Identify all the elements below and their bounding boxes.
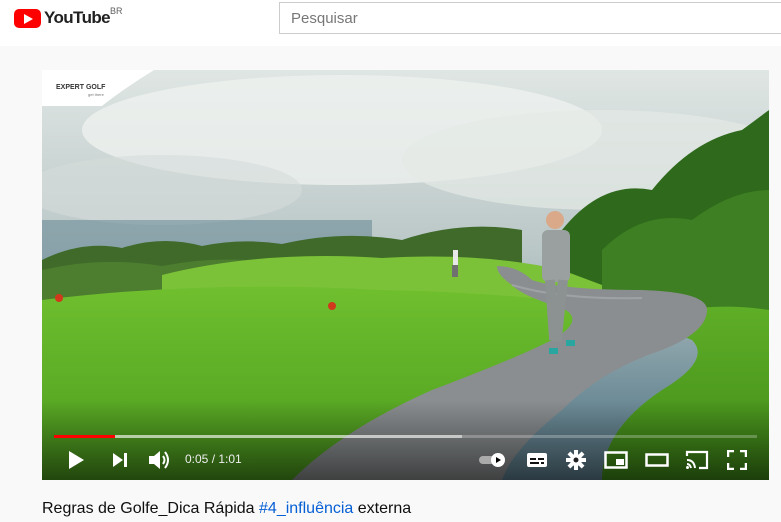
player-controls: 0:05 / 1:01 — [42, 430, 769, 480]
subtitles-button[interactable] — [524, 448, 550, 472]
top-bar: YouTube BR — [0, 0, 781, 46]
fullscreen-button[interactable] — [726, 448, 748, 472]
channel-watermark: EXPERT GOLF — [56, 84, 106, 91]
miniplayer-button[interactable] — [603, 448, 629, 472]
theater-mode-icon — [645, 453, 669, 467]
cast-button[interactable] — [684, 448, 710, 472]
volume-button[interactable] — [146, 448, 172, 472]
country-code: BR — [110, 6, 123, 16]
title-prefix: Regras de Golfe_Dica Rápida — [42, 500, 260, 517]
title-suffix: externa — [353, 500, 412, 517]
video-frame: EXPERT GOLF get there — [42, 70, 769, 480]
progress-bar[interactable] — [54, 435, 757, 438]
youtube-logo[interactable]: YouTube BR — [14, 6, 123, 28]
logo-text: YouTube — [44, 8, 111, 27]
play-icon — [69, 451, 84, 469]
autoplay-toggle[interactable] — [478, 448, 508, 472]
progress-played — [54, 435, 116, 438]
fullscreen-icon — [727, 450, 747, 470]
theater-mode-button[interactable] — [644, 448, 670, 472]
video-title: Regras de Golfe_Dica Rápida #4_influênci… — [42, 500, 411, 518]
settings-button[interactable] — [564, 448, 588, 472]
subtitles-icon — [527, 453, 547, 467]
miniplayer-icon — [604, 451, 628, 469]
progress-buffered — [54, 435, 462, 438]
autoplay-toggle-icon — [479, 453, 505, 467]
cast-icon — [685, 450, 709, 470]
time-display: 0:05 / 1:01 — [185, 452, 242, 466]
next-icon — [113, 453, 127, 467]
video-player[interactable]: EXPERT GOLF get there 0:05 / 1:01 — [42, 70, 769, 480]
settings-icon — [566, 450, 586, 470]
search-input[interactable] — [280, 3, 781, 33]
title-hashtag-link[interactable]: #4_influência — [259, 500, 353, 517]
watermark-tagline: get there — [88, 92, 105, 97]
search-box[interactable] — [279, 2, 781, 34]
play-button[interactable] — [64, 448, 88, 472]
youtube-logo-icon — [14, 8, 41, 28]
volume-icon — [149, 451, 169, 469]
next-button[interactable] — [108, 448, 132, 472]
